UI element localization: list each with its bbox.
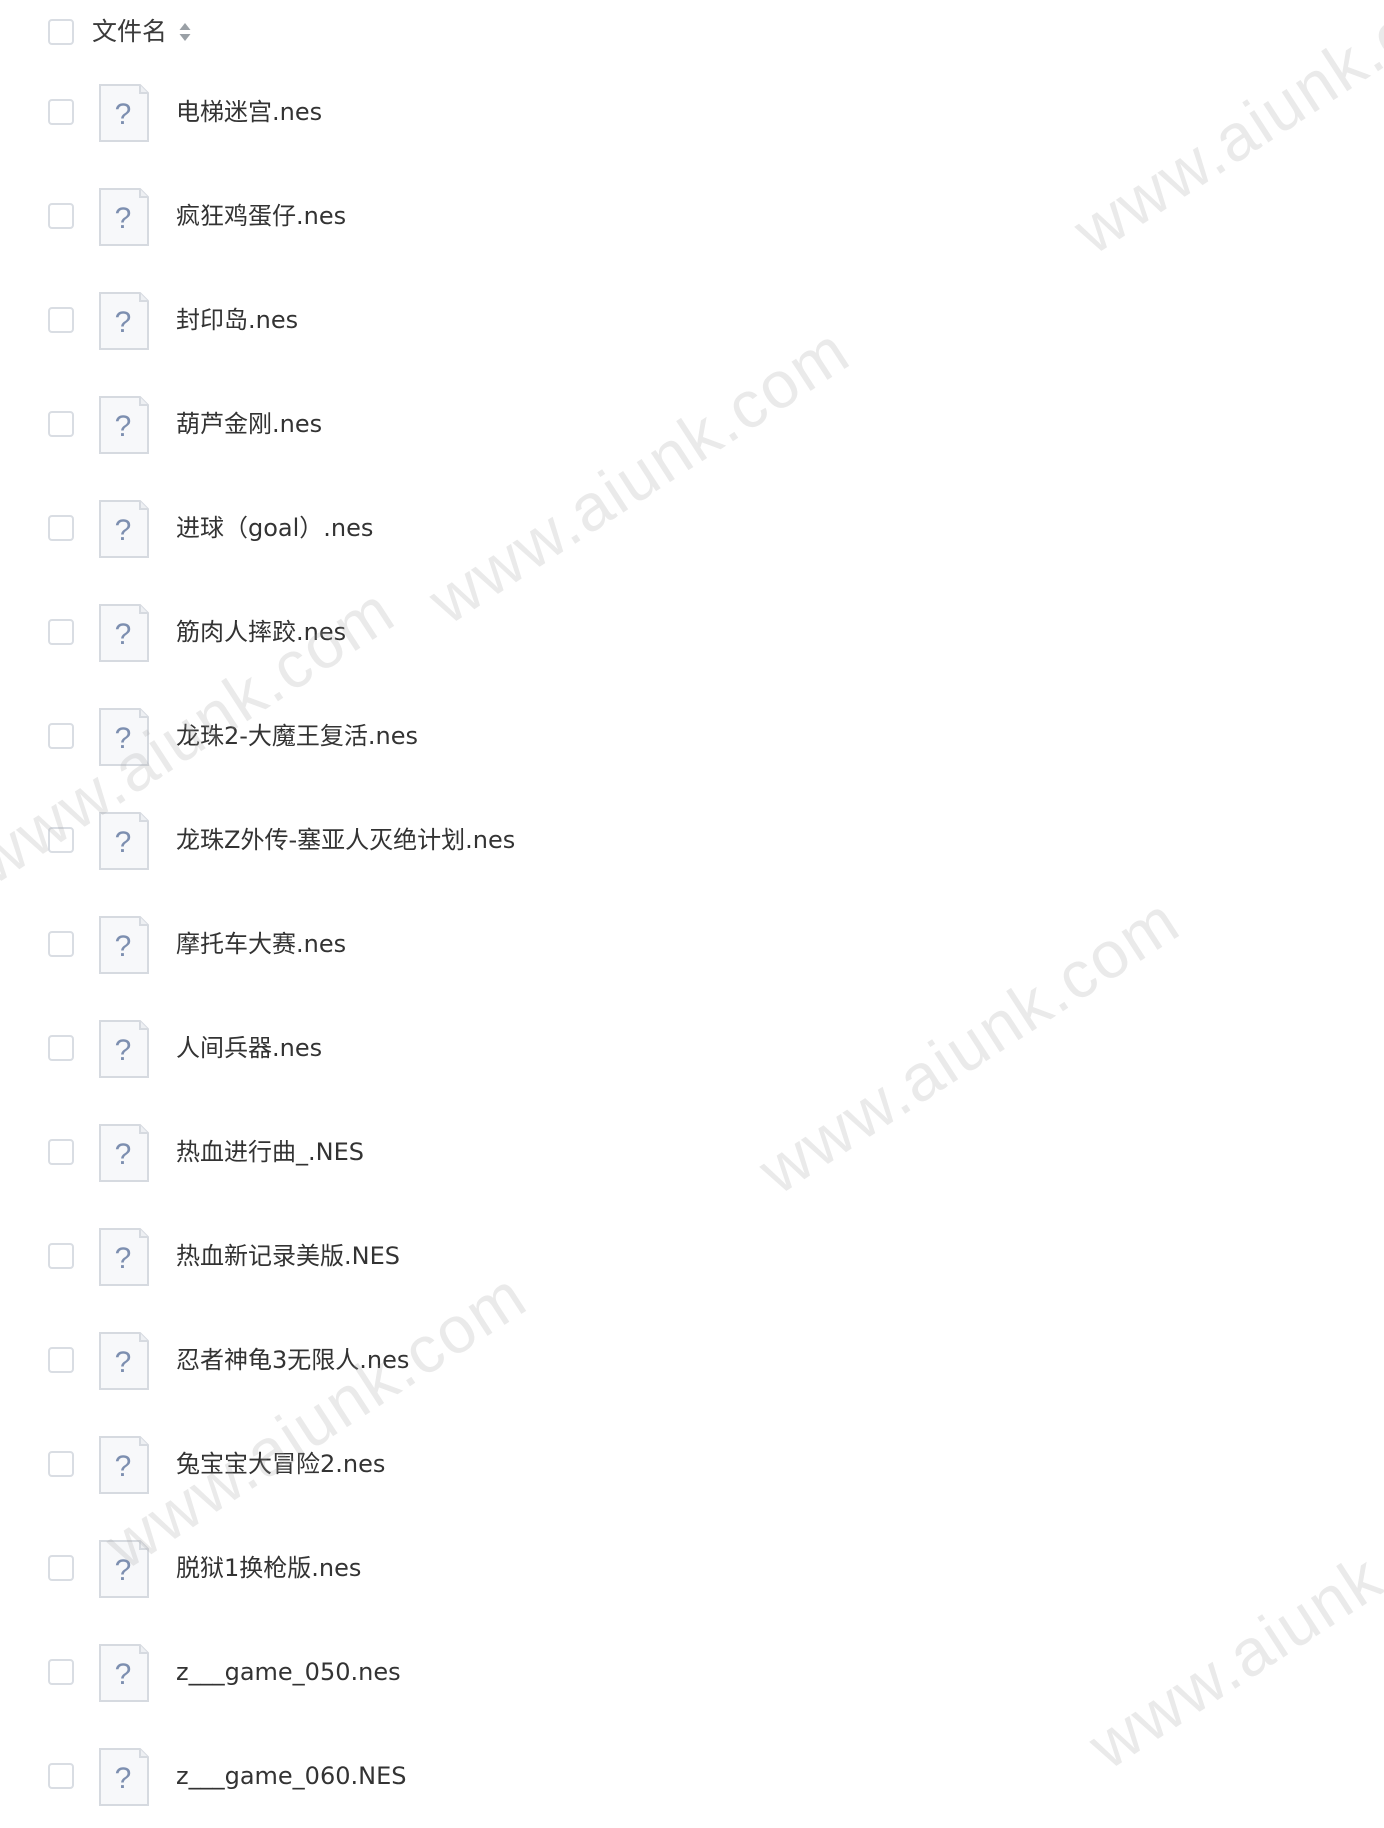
unknown-file-icon: ? — [98, 1331, 150, 1391]
file-row[interactable]: ? 脱狱1换枪版.nes — [0, 1516, 1384, 1620]
file-name[interactable]: 电梯迷宫.nes — [176, 95, 322, 129]
row-checkbox[interactable] — [48, 99, 74, 125]
svg-text:?: ? — [115, 1450, 132, 1483]
list-header: 文件名 — [0, 0, 1384, 64]
unknown-file-icon: ? — [98, 395, 150, 455]
svg-text:?: ? — [115, 1138, 132, 1171]
svg-text:?: ? — [115, 1242, 132, 1275]
unknown-file-icon: ? — [98, 499, 150, 559]
svg-text:?: ? — [115, 930, 132, 963]
row-checkbox[interactable] — [48, 1035, 74, 1061]
row-checkbox[interactable] — [48, 515, 74, 541]
unknown-file-icon: ? — [98, 83, 150, 143]
row-checkbox[interactable] — [48, 1347, 74, 1373]
file-name[interactable]: z___game_050.nes — [176, 1655, 401, 1689]
file-name[interactable]: 忍者神龟3无限人.nes — [176, 1343, 409, 1377]
file-name[interactable]: 疯狂鸡蛋仔.nes — [176, 199, 346, 233]
row-checkbox[interactable] — [48, 1243, 74, 1269]
unknown-file-icon: ? — [98, 187, 150, 247]
unknown-file-icon: ? — [98, 603, 150, 663]
svg-text:?: ? — [115, 202, 132, 235]
unknown-file-icon: ? — [98, 291, 150, 351]
file-name[interactable]: 封印岛.nes — [176, 303, 298, 337]
file-row[interactable]: ? 封印岛.nes — [0, 268, 1384, 372]
svg-text:?: ? — [115, 722, 132, 755]
row-checkbox[interactable] — [48, 307, 74, 333]
unknown-file-icon: ? — [98, 1123, 150, 1183]
file-row[interactable]: ? 龙珠2-大魔王复活.nes — [0, 684, 1384, 788]
unknown-file-icon: ? — [98, 707, 150, 767]
file-name[interactable]: 人间兵器.nes — [176, 1031, 322, 1065]
svg-text:?: ? — [115, 410, 132, 443]
sort-updown-icon[interactable] — [178, 21, 192, 43]
file-row[interactable]: ? z___game_060.NES — [0, 1724, 1384, 1828]
svg-text:?: ? — [115, 1554, 132, 1587]
unknown-file-icon: ? — [98, 1747, 150, 1807]
svg-text:?: ? — [115, 618, 132, 651]
file-row[interactable]: ? 人间兵器.nes — [0, 996, 1384, 1100]
file-row[interactable]: ? z___game_050.nes — [0, 1620, 1384, 1724]
file-name[interactable]: 摩托车大赛.nes — [176, 927, 346, 961]
unknown-file-icon: ? — [98, 915, 150, 975]
svg-text:?: ? — [115, 1346, 132, 1379]
svg-text:?: ? — [115, 1658, 132, 1691]
row-checkbox[interactable] — [48, 827, 74, 853]
file-name[interactable]: 龙珠Z外传-塞亚人灭绝计划.nes — [176, 823, 515, 857]
select-all-checkbox[interactable] — [48, 19, 74, 45]
file-row[interactable]: ? 电梯迷宫.nes — [0, 60, 1384, 164]
file-name[interactable]: 龙珠2-大魔王复活.nes — [176, 719, 418, 753]
svg-text:?: ? — [115, 826, 132, 859]
file-row[interactable]: ? 疯狂鸡蛋仔.nes — [0, 164, 1384, 268]
row-checkbox[interactable] — [48, 1555, 74, 1581]
unknown-file-icon: ? — [98, 811, 150, 871]
row-checkbox[interactable] — [48, 1451, 74, 1477]
row-checkbox[interactable] — [48, 1139, 74, 1165]
file-row[interactable]: ? 兔宝宝大冒险2.nes — [0, 1412, 1384, 1516]
svg-text:?: ? — [115, 514, 132, 547]
unknown-file-icon: ? — [98, 1019, 150, 1079]
file-name[interactable]: 脱狱1换枪版.nes — [176, 1551, 361, 1585]
svg-text:?: ? — [115, 306, 132, 339]
row-checkbox[interactable] — [48, 931, 74, 957]
file-row[interactable]: ? 筋肉人摔跤.nes — [0, 580, 1384, 684]
file-name[interactable]: 葫芦金刚.nes — [176, 407, 322, 441]
file-row[interactable]: ? 进球（goal）.nes — [0, 476, 1384, 580]
row-checkbox[interactable] — [48, 619, 74, 645]
unknown-file-icon: ? — [98, 1539, 150, 1599]
file-row[interactable]: ? 摩托车大赛.nes — [0, 892, 1384, 996]
unknown-file-icon: ? — [98, 1435, 150, 1495]
file-name[interactable]: 进球（goal）.nes — [176, 511, 373, 545]
file-row[interactable]: ? 热血新记录美版.NES — [0, 1204, 1384, 1308]
file-row[interactable]: ? 葫芦金刚.nes — [0, 372, 1384, 476]
file-name[interactable]: 兔宝宝大冒险2.nes — [176, 1447, 385, 1481]
row-checkbox[interactable] — [48, 1763, 74, 1789]
column-header-filename[interactable]: 文件名 — [92, 15, 167, 49]
row-checkbox[interactable] — [48, 723, 74, 749]
svg-text:?: ? — [115, 98, 132, 131]
file-row[interactable]: ? 忍者神龟3无限人.nes — [0, 1308, 1384, 1412]
file-name[interactable]: z___game_060.NES — [176, 1759, 406, 1793]
file-row[interactable]: ? 热血进行曲_.NES — [0, 1100, 1384, 1204]
row-checkbox[interactable] — [48, 203, 74, 229]
file-name[interactable]: 热血新记录美版.NES — [176, 1239, 400, 1273]
svg-text:?: ? — [115, 1034, 132, 1067]
row-checkbox[interactable] — [48, 1659, 74, 1685]
svg-text:?: ? — [115, 1762, 132, 1795]
file-name[interactable]: 筋肉人摔跤.nes — [176, 615, 346, 649]
unknown-file-icon: ? — [98, 1227, 150, 1287]
row-checkbox[interactable] — [48, 411, 74, 437]
file-row[interactable]: ? 龙珠Z外传-塞亚人灭绝计划.nes — [0, 788, 1384, 892]
unknown-file-icon: ? — [98, 1643, 150, 1703]
file-name[interactable]: 热血进行曲_.NES — [176, 1135, 364, 1169]
